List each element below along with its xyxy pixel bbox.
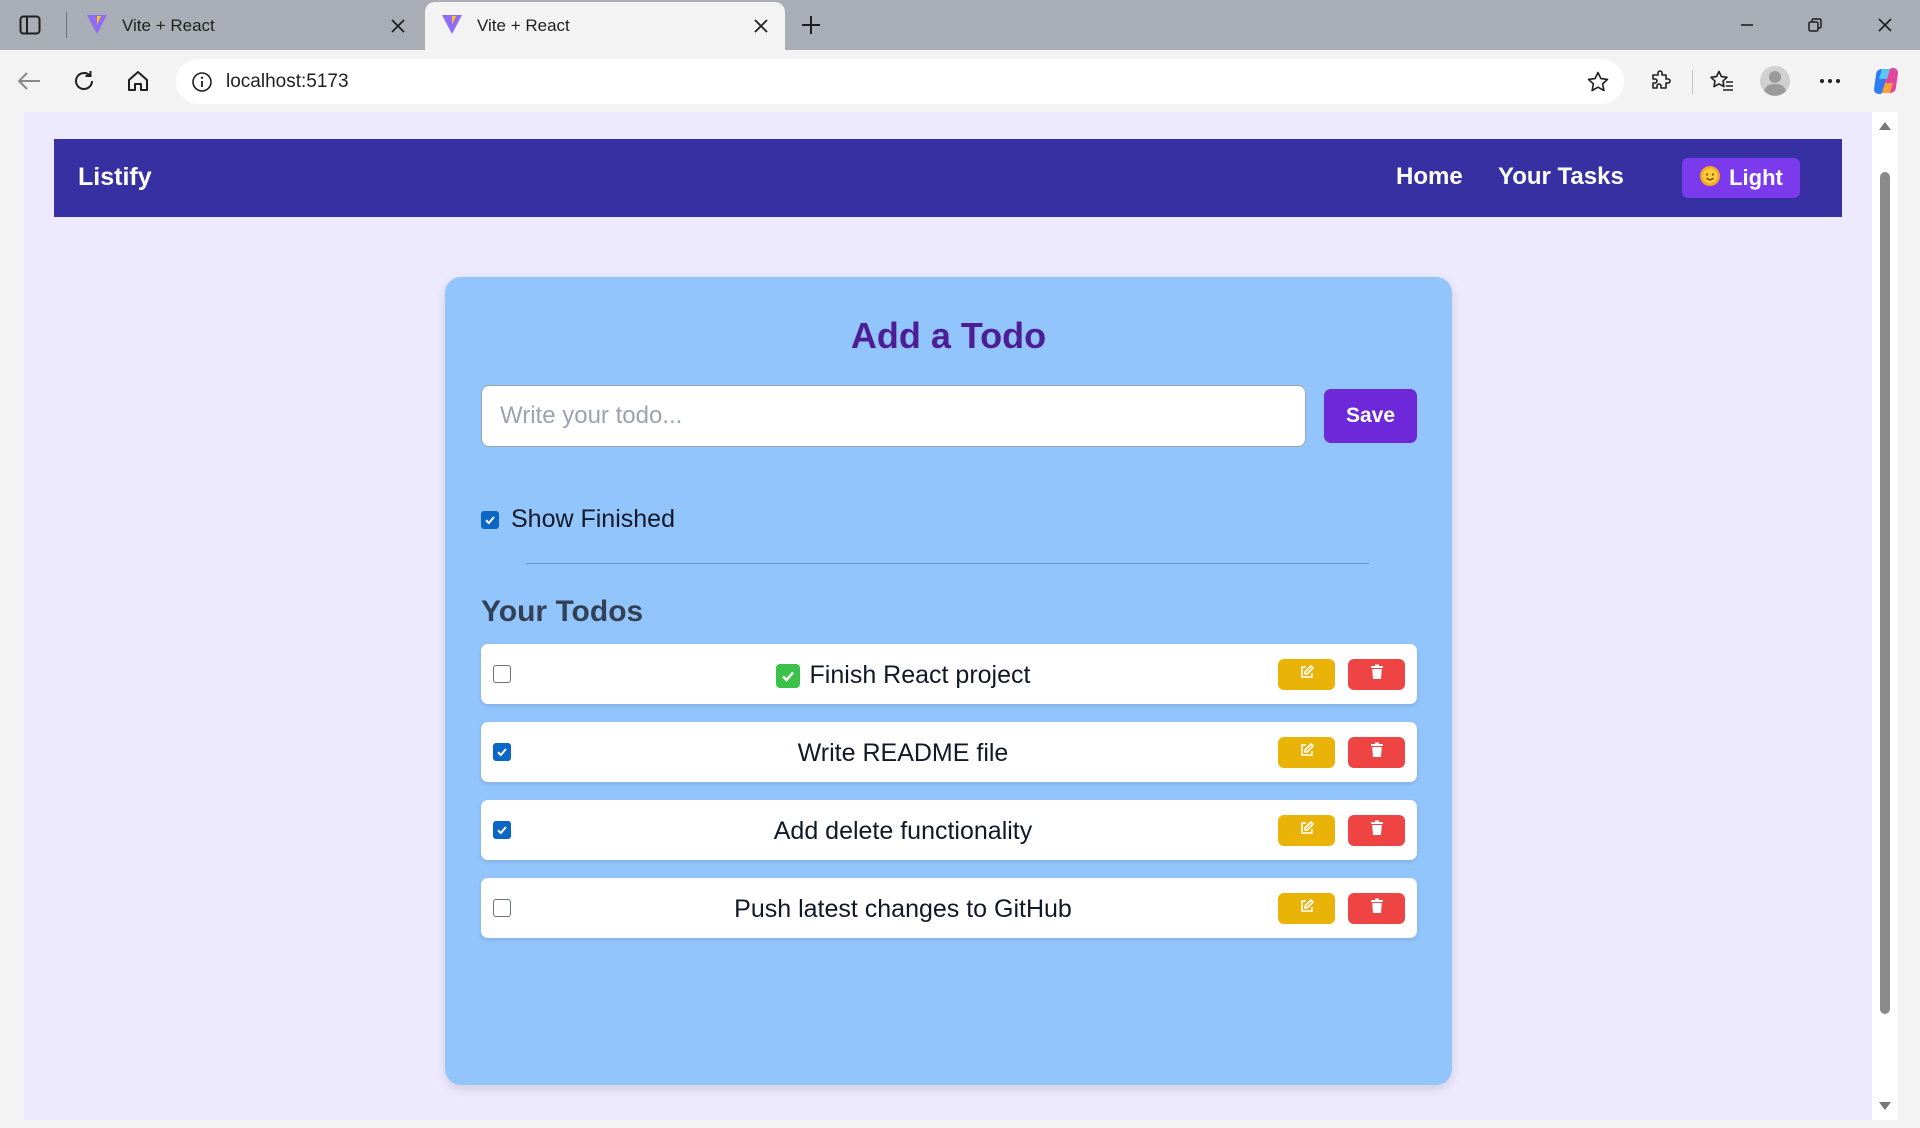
scrollbar-thumb[interactable] — [1880, 172, 1890, 1014]
divider — [526, 563, 1369, 564]
edit-icon — [1299, 820, 1315, 841]
tab-strip: Vite + React Vite + React — [0, 0, 1920, 50]
save-button[interactable]: Save — [1324, 389, 1417, 443]
todo-text: Add delete functionality — [525, 817, 1281, 846]
trash-icon — [1370, 820, 1384, 841]
todo-checkbox[interactable] — [493, 821, 511, 839]
edit-button[interactable] — [1278, 737, 1335, 768]
todo-text-label: Finish React project — [809, 661, 1031, 689]
todo-checkbox[interactable] — [493, 665, 511, 683]
todo-text-label: Add delete functionality — [773, 817, 1033, 845]
info-icon[interactable] — [188, 68, 216, 96]
todo-item: Write README file — [481, 722, 1417, 782]
todo-checkbox[interactable] — [493, 743, 511, 761]
close-window-icon[interactable] — [1870, 10, 1900, 40]
vite-icon — [441, 13, 463, 40]
page-title: Add a Todo — [850, 315, 1047, 356]
vite-icon — [86, 13, 108, 40]
show-finished-toggle[interactable]: Show Finished — [481, 505, 675, 534]
browser-tab-2[interactable]: Vite + React — [425, 2, 785, 50]
tab-title: Vite + React — [477, 16, 570, 35]
show-finished-checkbox[interactable] — [481, 510, 499, 529]
plus-icon[interactable] — [796, 10, 826, 40]
browser-toolbar: localhost:5173 — [0, 50, 1920, 112]
navbar: Listify Home Your Tasks Light — [54, 139, 1842, 217]
tab-title: Vite + React — [122, 16, 215, 35]
theme-toggle-button[interactable]: Light — [1682, 158, 1800, 198]
delete-button[interactable] — [1348, 815, 1405, 846]
restore-icon[interactable] — [1800, 10, 1830, 40]
close-icon[interactable] — [749, 14, 773, 38]
edit-icon — [1299, 742, 1315, 763]
show-finished-label: Show Finished — [511, 505, 675, 533]
todo-input[interactable] — [481, 385, 1306, 447]
minimize-icon[interactable] — [1732, 10, 1762, 40]
todos-section-title: Your Todos — [481, 595, 644, 628]
address-bar[interactable]: localhost:5173 — [176, 59, 1624, 104]
sun-emoji-icon — [1699, 165, 1721, 192]
page-scrollbar[interactable] — [1872, 112, 1898, 1120]
delete-button[interactable] — [1348, 659, 1405, 690]
back-arrow-icon[interactable] — [12, 64, 46, 98]
edit-button[interactable] — [1278, 659, 1335, 690]
todo-item: Finish React project — [481, 644, 1417, 704]
profile-icon[interactable] — [1758, 64, 1792, 98]
todo-text: Write README file — [525, 739, 1281, 768]
todo-checkbox[interactable] — [493, 899, 511, 917]
delete-button[interactable] — [1348, 737, 1405, 768]
star-icon[interactable] — [1584, 68, 1612, 96]
page: Listify Home Your Tasks Light Add a Todo… — [24, 112, 1872, 1120]
todo-item: Push latest changes to GitHub — [481, 878, 1417, 938]
browser-tab-1[interactable]: Vite + React — [70, 2, 422, 50]
tab-actions-icon[interactable] — [14, 11, 46, 39]
todo-text: Finish React project — [525, 661, 1281, 690]
favorites-icon[interactable] — [1705, 64, 1739, 98]
refresh-icon[interactable] — [67, 64, 101, 98]
check-mark-emoji-icon — [775, 663, 800, 688]
brand-logo[interactable]: Listify — [78, 163, 152, 192]
url-text: localhost:5173 — [226, 71, 349, 92]
delete-button[interactable] — [1348, 893, 1405, 924]
browser-viewport: Listify Home Your Tasks Light Add a Todo… — [0, 112, 1920, 1128]
todo-text-label: Push latest changes to GitHub — [734, 895, 1072, 923]
nav-link-home[interactable]: Home — [1396, 163, 1463, 191]
todo-card: Add a Todo Save Show Finished Your Todos… — [445, 277, 1452, 1085]
trash-icon — [1370, 664, 1384, 685]
theme-toggle-label: Light — [1729, 165, 1783, 190]
copilot-icon[interactable] — [1869, 64, 1903, 98]
home-icon[interactable] — [121, 64, 155, 98]
puzzle-icon[interactable] — [1644, 64, 1678, 98]
todo-text: Push latest changes to GitHub — [525, 895, 1281, 924]
nav-link-your-tasks[interactable]: Your Tasks — [1498, 163, 1624, 191]
edit-icon — [1299, 664, 1315, 685]
edit-icon — [1299, 898, 1315, 919]
todo-text-label: Write README file — [797, 739, 1009, 767]
toolbar-divider — [1692, 70, 1693, 94]
edit-button[interactable] — [1278, 815, 1335, 846]
close-icon[interactable] — [386, 14, 410, 38]
edit-button[interactable] — [1278, 893, 1335, 924]
tab-separator — [66, 12, 67, 38]
scroll-down-arrow-icon[interactable] — [1878, 1100, 1892, 1112]
todo-item: Add delete functionality — [481, 800, 1417, 860]
trash-icon — [1370, 742, 1384, 763]
trash-icon — [1370, 898, 1384, 919]
more-icon[interactable] — [1813, 64, 1847, 98]
scroll-up-arrow-icon[interactable] — [1878, 120, 1892, 132]
